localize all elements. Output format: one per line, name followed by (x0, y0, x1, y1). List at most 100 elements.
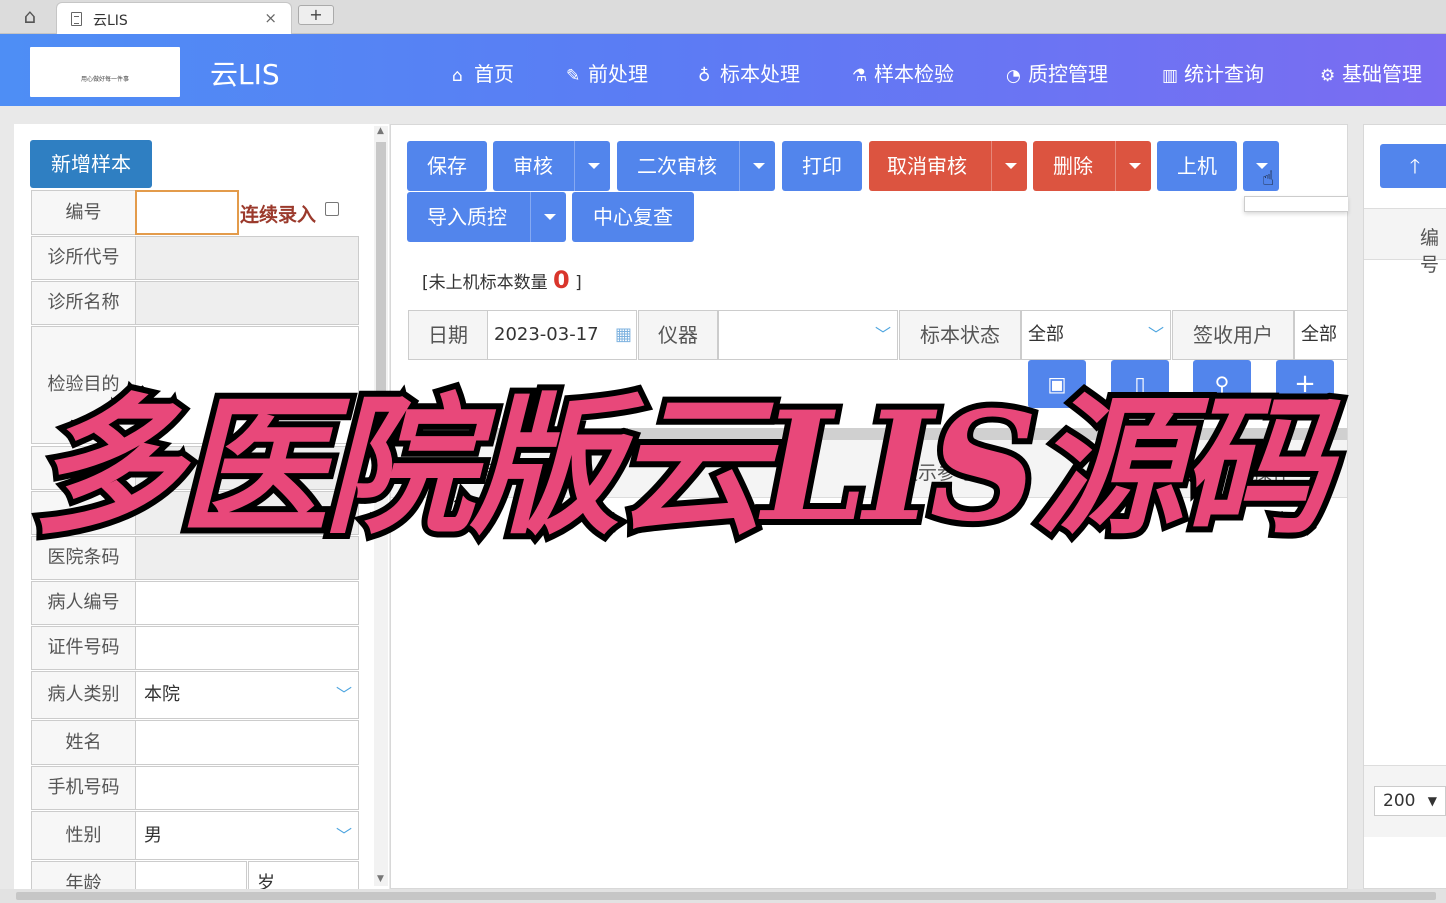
continuous-entry-checkbox[interactable] (325, 202, 339, 216)
save-button[interactable]: 保存 (407, 141, 487, 191)
nav-label: 基础管理 (1342, 62, 1422, 86)
bar-chart-icon: ▥ (1162, 66, 1179, 86)
select-value: 本院 (144, 684, 180, 705)
column-header[interactable]: 号 (481, 458, 500, 485)
nav-label: 统计查询 (1184, 62, 1264, 86)
caret-down-icon[interactable] (530, 192, 566, 242)
clinic-name-field[interactable] (135, 281, 359, 325)
button-label: 删除 (1053, 154, 1093, 178)
gear-icon: ⚙ (1320, 66, 1336, 86)
stethoscope-icon: ♁ (698, 66, 711, 86)
field-label: 医院条码 (31, 536, 136, 580)
nav-item-qc[interactable]: ◔ 质控管理 (1006, 58, 1108, 87)
phone-field[interactable] (135, 766, 359, 810)
chevron-down-icon: ﹀ (335, 826, 352, 845)
page-size-select[interactable]: 200 ▼ (1374, 786, 1446, 816)
button-label: 审核 (513, 154, 553, 178)
caret-down-icon[interactable] (739, 141, 775, 191)
home-icon[interactable]: ⌂ (16, 4, 44, 28)
age-unit-select[interactable]: 岁 (248, 861, 359, 891)
home-icon: ⌂ (452, 66, 463, 86)
pending-suffix: ] (575, 273, 582, 293)
patient-type-select[interactable]: 本院 ﹀ (135, 671, 359, 719)
button-label: 二次审核 (637, 154, 717, 178)
nav-item-home[interactable]: ⌂ 首页 (452, 58, 514, 87)
arrow-up-icon[interactable]: 🡑 (1380, 144, 1446, 188)
date-input[interactable]: 2023-03-17 ▦ (487, 310, 637, 360)
field-label: 编号 (31, 190, 136, 235)
document-icon[interactable]: ▯ (1111, 360, 1169, 408)
id-number-field[interactable] (135, 626, 359, 670)
user-label: 签收用户 (1172, 310, 1294, 360)
form-field[interactable] (135, 446, 359, 490)
scrollbar-thumb[interactable] (376, 142, 386, 482)
delete-button[interactable]: 删除 (1033, 141, 1151, 191)
form-field[interactable] (135, 491, 359, 535)
caret-down-icon: ▼ (1427, 794, 1437, 808)
field-label: 病人编号 (31, 581, 136, 625)
status-select[interactable]: 全部 ﹀ (1021, 310, 1171, 360)
nav-item-stats[interactable]: ▥ 统计查询 (1162, 58, 1264, 87)
second-audit-button[interactable]: 二次审核 (617, 141, 775, 191)
calendar-icon[interactable]: ▦ (615, 311, 632, 359)
horizontal-scrollbar[interactable] (0, 889, 1446, 903)
button-label: 导入质控 (427, 205, 507, 229)
field-label: 检验目的 (31, 326, 136, 444)
select-value: 男 (144, 825, 162, 846)
hospital-barcode-field[interactable] (135, 536, 359, 580)
new-tab-button[interactable]: + (298, 5, 334, 25)
nav-item-base[interactable]: ⚙ 基础管理 (1320, 58, 1422, 87)
patient-id-field[interactable] (135, 581, 359, 625)
print-button[interactable]: 打印 (782, 141, 862, 191)
scrollbar-thumb[interactable] (16, 892, 1436, 900)
search-icon[interactable]: ⚲ (1193, 360, 1251, 408)
button-label: 取消审核 (887, 154, 967, 178)
caret-down-icon[interactable] (1115, 141, 1151, 191)
caret-down-icon[interactable] (991, 141, 1027, 191)
gender-select[interactable]: 男 ﹀ (135, 811, 359, 860)
user-select[interactable]: 全部 (1294, 310, 1347, 360)
add-icon[interactable]: + (1276, 360, 1334, 408)
top-navbar: 用心做好每一件事 云LIS ⌂ 首页 ✎ 前处理 ♁ 标本处理 ⚗ 样本检验 ◔ 质控管理… (0, 34, 1446, 106)
close-tab-icon[interactable]: × (264, 9, 277, 27)
center-review-button[interactable]: 中心复查 (572, 192, 694, 242)
scroll-up-icon[interactable]: ▲ (377, 126, 384, 136)
add-sample-button[interactable]: 新增样本 (30, 140, 152, 188)
pie-chart-icon: ◔ (1006, 66, 1021, 86)
nav-item-inspection[interactable]: ⚗ 样本检验 (852, 58, 954, 87)
scroll-down-icon[interactable]: ▼ (377, 874, 384, 884)
instrument-label: 仪器 (638, 310, 718, 360)
column-header[interactable]: 提示参考 (899, 458, 975, 485)
dropdown-menu (1244, 196, 1348, 212)
continuous-entry-label: 连续录入 (240, 204, 317, 226)
browser-tab[interactable]: 云LIS × (56, 2, 292, 34)
caret-down-icon[interactable] (574, 141, 610, 191)
age-field[interactable] (135, 861, 247, 891)
test-purpose-textarea[interactable] (135, 326, 359, 444)
cancel-audit-button[interactable]: 取消审核 (869, 141, 1027, 191)
instrument-select[interactable]: ﹀ (718, 310, 898, 360)
field-label: 病人类别 (31, 671, 136, 719)
nav-item-preprocess[interactable]: ✎ 前处理 (566, 58, 648, 87)
field-label: 诊所名称 (31, 281, 136, 325)
audit-button[interactable]: 审核 (493, 141, 610, 191)
pending-label: [未上机标本数量 (422, 273, 548, 293)
field-label: 姓名 (31, 720, 136, 765)
left-scrollbar[interactable]: ▲ ▼ (374, 126, 388, 886)
browser-tabbar: ⌂ 云LIS × + (0, 0, 1446, 34)
import-qc-button[interactable]: 导入质控 (407, 192, 566, 242)
field-label: 年龄 (31, 861, 136, 891)
pending-count: 0 (553, 266, 570, 294)
field-label (31, 446, 136, 490)
column-header[interactable]: 操作 (1253, 458, 1291, 485)
status-label: 标本状态 (899, 310, 1021, 360)
image-icon[interactable]: ▣ (1028, 360, 1086, 408)
clinic-code-field[interactable] (135, 236, 359, 280)
nav-item-specimen[interactable]: ♁ 标本处理 (698, 58, 800, 87)
onboard-button[interactable]: 上机 (1157, 141, 1237, 191)
chevron-down-icon: ﹀ (335, 685, 352, 704)
nav-label: 前处理 (588, 62, 648, 86)
name-field[interactable] (135, 720, 359, 765)
sample-number-input[interactable] (135, 190, 239, 235)
nav-label: 质控管理 (1028, 62, 1108, 86)
